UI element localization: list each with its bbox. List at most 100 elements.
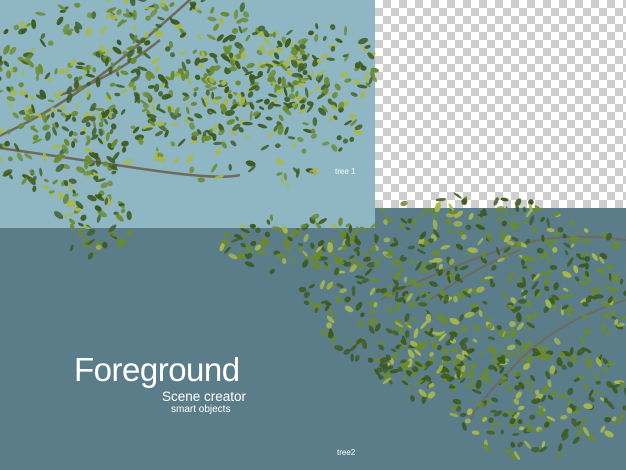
leaf	[340, 71, 349, 78]
leaf	[110, 123, 117, 130]
leaf	[447, 227, 453, 233]
leaf	[546, 268, 551, 277]
leaf	[297, 243, 304, 246]
leaf	[368, 316, 376, 326]
leaf	[122, 159, 133, 165]
leaf	[303, 300, 310, 305]
leaf	[452, 295, 458, 303]
leaf	[302, 122, 309, 126]
leaf	[242, 121, 253, 126]
leaf	[213, 23, 220, 32]
leaf	[501, 290, 508, 300]
leaf	[509, 352, 515, 358]
leaf	[18, 82, 24, 88]
leaf	[112, 151, 120, 161]
leaf	[383, 372, 392, 379]
leaf	[197, 35, 203, 40]
foreground-heading: Foreground	[74, 351, 240, 388]
leaf	[51, 143, 61, 150]
leaf	[540, 216, 546, 223]
leaf	[272, 226, 283, 232]
leaf	[558, 394, 569, 399]
leaf	[607, 264, 614, 270]
leaf	[39, 38, 46, 48]
leaf	[530, 386, 534, 393]
leaf	[449, 412, 459, 418]
leaf	[354, 354, 360, 362]
leaf	[512, 432, 520, 436]
leaf	[546, 217, 550, 228]
leaf	[310, 133, 318, 139]
leaf	[335, 295, 342, 304]
leaf	[429, 351, 434, 357]
leaf	[477, 212, 488, 217]
leaf	[170, 141, 176, 147]
image-canvas: tree 1 tree2 Foreground Scene creator sm…	[0, 0, 626, 470]
leaf	[479, 351, 485, 356]
leaf	[190, 101, 198, 106]
leaf	[239, 224, 246, 229]
leaf	[285, 182, 291, 189]
leaf	[351, 285, 356, 297]
leaf	[28, 95, 35, 101]
leaf	[246, 62, 255, 69]
leaf	[211, 91, 215, 100]
leaf	[186, 155, 193, 164]
leaf	[69, 244, 74, 252]
leaf	[169, 52, 176, 58]
leaf	[357, 37, 369, 45]
leaf	[369, 223, 376, 231]
tree-leaves	[0, 0, 626, 461]
leaf	[126, 210, 132, 221]
leaf	[291, 257, 296, 264]
leaf	[383, 237, 390, 243]
leaf	[584, 328, 591, 336]
leaf	[602, 368, 609, 374]
leaf	[104, 118, 108, 125]
leaf	[541, 234, 545, 243]
leaf	[350, 92, 358, 97]
leaf	[32, 185, 37, 192]
leaf	[364, 72, 369, 83]
leaf	[6, 102, 15, 108]
leaf	[506, 344, 516, 351]
leaf	[432, 219, 438, 230]
leaf	[468, 212, 474, 220]
leaf	[553, 337, 561, 345]
leaf	[606, 400, 615, 410]
leaf	[255, 99, 264, 103]
leaf	[435, 197, 447, 202]
leaf	[100, 25, 107, 35]
leaf	[177, 138, 186, 147]
leaf	[342, 138, 349, 144]
leaf	[158, 91, 164, 97]
leaf	[249, 110, 253, 121]
leaf	[482, 300, 488, 305]
leaf	[355, 301, 363, 311]
leaf	[602, 357, 610, 367]
leaf	[309, 299, 315, 308]
leaf	[410, 301, 418, 307]
leaf	[440, 244, 451, 250]
leaf	[51, 111, 55, 119]
leaf	[206, 34, 216, 41]
leaf	[291, 141, 296, 148]
leaf	[385, 328, 393, 334]
leaf	[547, 257, 551, 264]
leaf	[0, 59, 4, 66]
leaf	[151, 103, 156, 114]
leaf	[417, 282, 426, 287]
leaf	[385, 306, 394, 316]
leaf	[512, 370, 522, 377]
leaf	[521, 265, 528, 269]
leaf	[564, 250, 569, 256]
leaf	[500, 429, 505, 435]
leaf	[358, 320, 364, 327]
leaf	[92, 67, 97, 73]
leaf	[320, 279, 325, 290]
leaf	[277, 76, 282, 85]
leaf	[116, 71, 120, 77]
leaf	[47, 77, 53, 82]
leaf	[267, 93, 278, 98]
leaf	[16, 152, 24, 162]
